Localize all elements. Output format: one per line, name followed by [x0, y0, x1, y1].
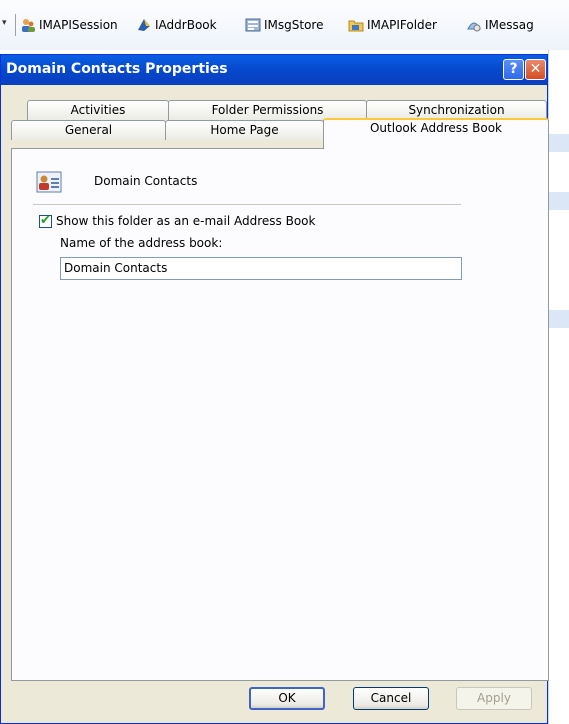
- toolbar-item-imessage[interactable]: IMessag: [466, 16, 534, 34]
- show-address-book-label[interactable]: Show this folder as an e-mail Address Bo…: [56, 214, 315, 228]
- address-book-name-label: Name of the address book:: [60, 236, 223, 250]
- tab-activities[interactable]: Activities: [27, 100, 169, 120]
- folder-icon: [348, 20, 364, 32]
- addrbook-icon: [138, 19, 150, 31]
- apply-button[interactable]: Apply: [456, 687, 532, 710]
- message-icon: [467, 22, 481, 32]
- toolbar-item-label: IMessag: [485, 18, 534, 32]
- background-stripe: [548, 310, 569, 328]
- toolbar-item-imsgstore[interactable]: IMsgStore: [245, 16, 323, 34]
- tab-panel: Domain Contacts ✔ Show this folder as an…: [11, 148, 549, 681]
- dialog-title: Domain Contacts Properties: [6, 61, 228, 77]
- toolbar-item-imapifolder[interactable]: IMAPIFolder: [348, 16, 437, 34]
- properties-dialog: Domain Contacts Properties ? ✕ Activitie…: [0, 54, 549, 724]
- toolbar-item-iaddrbook[interactable]: IAddrBook: [136, 16, 217, 34]
- toolbar-overflow-icon[interactable]: ▾: [2, 18, 7, 28]
- session-icon: [22, 19, 35, 32]
- background-stripe: [548, 192, 569, 210]
- show-address-book-checkbox[interactable]: ✔: [39, 213, 52, 228]
- toolbar-item-label: IMAPIFolder: [367, 18, 437, 32]
- toolbar-item-label: IMAPISession: [39, 18, 118, 32]
- dialog-titlebar[interactable]: Domain Contacts Properties ? ✕: [1, 55, 547, 85]
- folder-name-label: Domain Contacts: [94, 174, 198, 188]
- background-stripe: [548, 134, 569, 152]
- close-button[interactable]: ✕: [525, 59, 546, 80]
- tab-synchronization[interactable]: Synchronization: [366, 100, 547, 120]
- msgstore-icon: [245, 18, 261, 32]
- tab-general[interactable]: General: [11, 120, 166, 140]
- help-button[interactable]: ?: [503, 59, 524, 80]
- toolbar-item-imapisession[interactable]: IMAPISession: [20, 16, 118, 34]
- tab-folder-permissions[interactable]: Folder Permissions: [168, 100, 367, 120]
- divider: [33, 204, 461, 205]
- tab-home-page[interactable]: Home Page: [165, 120, 324, 140]
- toolbar-item-label: IMsgStore: [264, 18, 324, 32]
- toolbar-item-label: IAddrBook: [155, 18, 217, 32]
- cancel-button[interactable]: Cancel: [353, 687, 429, 710]
- address-book-name-input[interactable]: Domain Contacts: [60, 257, 462, 280]
- background-toolbar: ▾ IMAPISession IAddrBook IMsgStore IMAPI…: [0, 0, 569, 50]
- tab-outlook-address-book[interactable]: Outlook Address Book: [323, 118, 549, 149]
- toolbar-separator: [15, 14, 16, 36]
- contact-card-icon: [36, 171, 62, 193]
- checkmark-icon: ✔: [40, 213, 51, 228]
- ok-button[interactable]: OK: [249, 687, 325, 710]
